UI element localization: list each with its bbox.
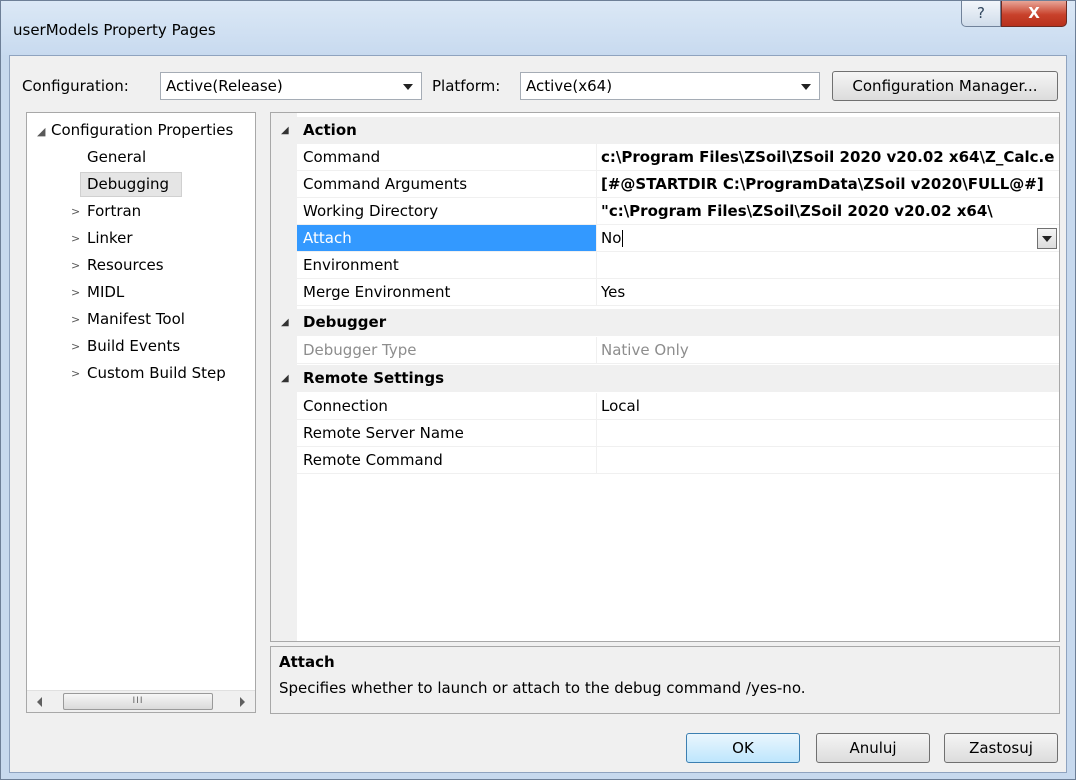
- tree-item-build-events[interactable]: Build Events: [87, 337, 180, 355]
- property-value[interactable]: [597, 420, 1059, 447]
- property-value[interactable]: Local: [597, 393, 1059, 420]
- property-row-environment[interactable]: Environment: [271, 252, 1059, 279]
- category-remote-settings[interactable]: ◢ Remote Settings: [271, 365, 1059, 392]
- property-row-remote-command[interactable]: Remote Command: [271, 447, 1059, 474]
- property-row-remote-server-name[interactable]: Remote Server Name: [271, 420, 1059, 447]
- expand-icon[interactable]: >: [71, 286, 80, 299]
- platform-dropdown[interactable]: Active(x64): [520, 72, 820, 100]
- property-name: Attach: [297, 225, 597, 252]
- property-row-debugger-type: Debugger Type Native Only: [271, 337, 1059, 364]
- expand-icon[interactable]: >: [71, 367, 80, 380]
- ok-button[interactable]: OK: [686, 733, 800, 763]
- chevron-down-icon: [403, 84, 413, 90]
- property-value[interactable]: Yes: [597, 279, 1059, 306]
- expand-icon[interactable]: >: [71, 259, 80, 272]
- collapse-icon[interactable]: ◢: [281, 117, 289, 144]
- close-icon: X: [1028, 4, 1040, 22]
- property-grid[interactable]: ◢ Action Command c:\Program Files\ZSoil\…: [270, 112, 1060, 642]
- configuration-value: Active(Release): [166, 77, 283, 95]
- configuration-dropdown[interactable]: Active(Release): [160, 72, 422, 100]
- category-debugger[interactable]: ◢ Debugger: [271, 309, 1059, 336]
- collapse-icon[interactable]: ◢: [37, 125, 45, 138]
- property-name: Merge Environment: [297, 279, 597, 306]
- configuration-tree[interactable]: ◢ Configuration Properties General Debug…: [26, 112, 256, 713]
- tree-horizontal-scrollbar[interactable]: III: [27, 690, 255, 712]
- expand-icon[interactable]: >: [71, 313, 80, 326]
- property-row-attach[interactable]: Attach No: [271, 225, 1059, 252]
- configuration-label: Configuration:: [22, 77, 129, 95]
- property-value[interactable]: "c:\Program Files\ZSoil\ZSoil 2020 v20.0…: [597, 198, 1059, 225]
- collapse-icon[interactable]: ◢: [281, 365, 289, 392]
- expand-icon[interactable]: >: [71, 232, 80, 245]
- property-value[interactable]: [#@STARTDIR C:\ProgramData\ZSoil v2020\F…: [597, 171, 1059, 198]
- apply-button[interactable]: Zastosuj: [944, 733, 1058, 763]
- property-name: Remote Command: [297, 447, 597, 474]
- property-name: Working Directory: [297, 198, 597, 225]
- tree-item-custom-build-step[interactable]: Custom Build Step: [87, 364, 226, 382]
- tree-item-configuration-properties[interactable]: Configuration Properties: [51, 121, 255, 139]
- property-value[interactable]: [597, 252, 1059, 279]
- property-row-working-directory[interactable]: Working Directory "c:\Program Files\ZSoi…: [271, 198, 1059, 225]
- tree-item-midl[interactable]: MIDL: [87, 283, 124, 301]
- scroll-left-icon[interactable]: [37, 697, 42, 707]
- property-row-merge-environment[interactable]: Merge Environment Yes: [271, 279, 1059, 306]
- expand-icon[interactable]: >: [71, 205, 80, 218]
- tree-item-linker[interactable]: Linker: [87, 229, 133, 247]
- text-caret: [622, 230, 624, 247]
- scroll-thumb[interactable]: III: [63, 693, 213, 710]
- chevron-down-icon: [1042, 236, 1052, 242]
- window-title: userModels Property Pages: [13, 21, 216, 39]
- platform-label: Platform:: [432, 77, 501, 95]
- property-row-command-arguments[interactable]: Command Arguments [#@STARTDIR C:\Program…: [271, 171, 1059, 198]
- property-row-connection[interactable]: Connection Local: [271, 393, 1059, 420]
- property-name: Debugger Type: [297, 337, 597, 364]
- title-bar[interactable]: userModels Property Pages ? X: [1, 1, 1075, 55]
- description-title: Attach: [279, 653, 335, 671]
- category-label: Remote Settings: [303, 369, 445, 387]
- help-button[interactable]: ?: [961, 1, 1001, 27]
- property-value: No: [601, 229, 622, 247]
- platform-value: Active(x64): [526, 77, 613, 95]
- property-name: Command Arguments: [297, 171, 597, 198]
- attach-value-editor[interactable]: No: [597, 225, 1059, 252]
- tree-item-debugging[interactable]: Debugging: [87, 175, 169, 193]
- category-label: Action: [303, 121, 357, 139]
- configuration-manager-button[interactable]: Configuration Manager...: [832, 71, 1058, 101]
- property-value[interactable]: c:\Program Files\ZSoil\ZSoil 2020 v20.02…: [597, 144, 1059, 171]
- property-name: Connection: [297, 393, 597, 420]
- category-action[interactable]: ◢ Action: [271, 117, 1059, 144]
- property-name: Environment: [297, 252, 597, 279]
- scroll-right-icon[interactable]: [240, 697, 245, 707]
- help-icon: ?: [977, 4, 985, 22]
- property-value: Native Only: [597, 337, 1059, 364]
- property-name: Remote Server Name: [297, 420, 597, 447]
- description-text: Specifies whether to launch or attach to…: [279, 679, 806, 697]
- expand-icon[interactable]: >: [71, 340, 80, 353]
- attach-dropdown-button[interactable]: [1037, 228, 1057, 249]
- property-row-command[interactable]: Command c:\Program Files\ZSoil\ZSoil 202…: [271, 144, 1059, 171]
- collapse-icon[interactable]: ◢: [281, 309, 289, 336]
- property-name: Command: [297, 144, 597, 171]
- description-panel: Attach Specifies whether to launch or at…: [270, 646, 1060, 714]
- category-label: Debugger: [303, 313, 387, 331]
- tree-item-fortran[interactable]: Fortran: [87, 202, 141, 220]
- close-button[interactable]: X: [1001, 1, 1067, 27]
- chevron-down-icon: [801, 84, 811, 90]
- tree-item-manifest-tool[interactable]: Manifest Tool: [87, 310, 185, 328]
- property-value[interactable]: [597, 447, 1059, 474]
- tree-item-general[interactable]: General: [87, 148, 146, 166]
- cancel-button[interactable]: Anuluj: [816, 733, 930, 763]
- tree-item-resources[interactable]: Resources: [87, 256, 164, 274]
